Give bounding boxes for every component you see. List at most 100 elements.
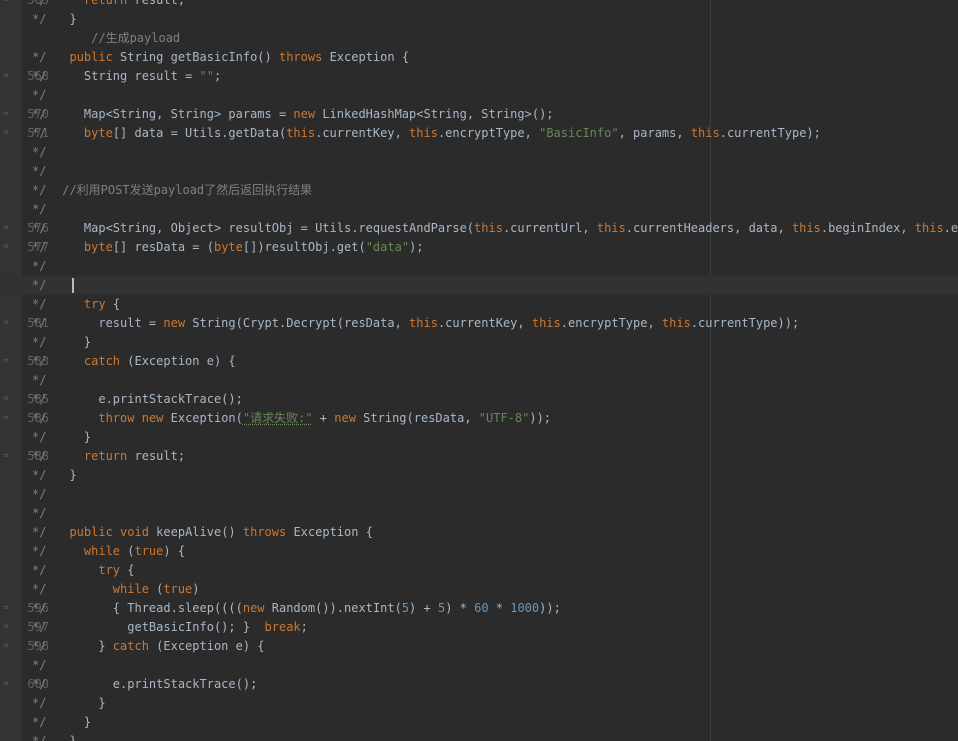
token-id bbox=[55, 240, 84, 254]
token-id bbox=[55, 525, 69, 539]
comment-end-marker: */ bbox=[32, 259, 47, 273]
comment-end-marker: */ bbox=[32, 12, 47, 26]
code-line[interactable]: */ public String getBasicInfo() throws E… bbox=[0, 48, 958, 67]
code-line[interactable]: */ } bbox=[0, 466, 958, 485]
comment-end-marker: */ bbox=[32, 677, 47, 691]
token-id: .currentUrl, bbox=[502, 221, 597, 235]
code-line[interactable]: = 596 */ { Thread.sleep((((new Random()).n… bbox=[0, 599, 958, 618]
token-str: "" bbox=[199, 69, 214, 83]
code-line[interactable]: = 588 */ return result; bbox=[0, 447, 958, 466]
code-line[interactable]: = 571 */ byte[] data = Utils.getData(this.… bbox=[0, 124, 958, 143]
code-line[interactable]: */ } bbox=[0, 694, 958, 713]
comment-end-marker: */ bbox=[32, 183, 47, 197]
code-editor[interactable]: = 565 */ return result; */ } //生成payload */ … bbox=[0, 0, 958, 741]
code-line[interactable]: = 585 */ e.printStackTrace(); bbox=[0, 390, 958, 409]
token-id bbox=[55, 411, 98, 425]
token-kw: new bbox=[141, 411, 164, 425]
code-line[interactable]: = 570 */ Map<String, String> params = new … bbox=[0, 105, 958, 124]
token-id bbox=[55, 297, 84, 311]
code-text: //利用POST发送payload了然后返回执行结果 bbox=[55, 181, 958, 200]
comment-end-marker: */ bbox=[32, 620, 47, 634]
code-line[interactable]: */ while (true) bbox=[0, 580, 958, 599]
token-id: String(resData, bbox=[355, 411, 479, 425]
code-line[interactable]: //生成payload bbox=[0, 29, 958, 48]
token-kw: throws bbox=[242, 525, 287, 539]
comment-end-marker: */ bbox=[32, 88, 47, 102]
code-text: throw new Exception("请求失败:" + new String… bbox=[55, 409, 958, 428]
code-text: e.printStackTrace(); bbox=[55, 675, 958, 694]
token-kw: return bbox=[83, 0, 128, 7]
code-line[interactable]: */ bbox=[0, 656, 958, 675]
code-line[interactable]: */ } bbox=[0, 10, 958, 29]
code-line[interactable]: = 577 */ byte[] resData = (byte[])resultOb… bbox=[0, 238, 958, 257]
code-text: return result; bbox=[55, 0, 958, 10]
token-id: ) + bbox=[409, 601, 438, 615]
code-line[interactable]: */ } bbox=[0, 333, 958, 352]
token-id bbox=[55, 50, 69, 64]
token-kw: byte bbox=[213, 240, 243, 254]
code-line[interactable]: */ bbox=[0, 504, 958, 523]
code-text: } bbox=[55, 333, 958, 352]
token-id: .currentKey, bbox=[437, 316, 532, 330]
code-line[interactable]: */ try { bbox=[0, 295, 958, 314]
token-kw: void bbox=[120, 525, 149, 539]
code-text: { Thread.sleep((((new Random()).nextInt(… bbox=[55, 599, 958, 618]
token-id: .currentKey, bbox=[315, 126, 410, 140]
comment-end-marker: */ bbox=[32, 50, 47, 64]
comment-end-marker: */ bbox=[32, 449, 47, 463]
code-text: //生成payload bbox=[55, 29, 958, 48]
code-line[interactable]: */ //利用POST发送payload了然后返回执行结果 bbox=[0, 181, 958, 200]
token-id: ); bbox=[409, 240, 424, 254]
token-id: String getBasicInfo() bbox=[112, 50, 279, 64]
code-line[interactable]: = 576 */ Map<String, Object> resultObj = U… bbox=[0, 219, 958, 238]
token-kw: try bbox=[98, 563, 121, 577]
code-text: } bbox=[55, 10, 958, 29]
code-line[interactable]: = 597 */ getBasicInfo(); } break; bbox=[0, 618, 958, 637]
code-line[interactable]: */ bbox=[0, 485, 958, 504]
code-line[interactable]: */ bbox=[0, 257, 958, 276]
code-line[interactable]: = 600 */ e.printStackTrace(); bbox=[0, 675, 958, 694]
token-id: Random()).nextInt( bbox=[264, 601, 402, 615]
code-line[interactable]: */ bbox=[0, 371, 958, 390]
text-caret bbox=[72, 278, 74, 293]
code-line[interactable]: */ public void keepAlive() throws Except… bbox=[0, 523, 958, 542]
code-line[interactable]: */ bbox=[0, 162, 958, 181]
token-num: 1000 bbox=[510, 601, 540, 615]
code-line[interactable]: = 583 */ catch (Exception e) { bbox=[0, 352, 958, 371]
code-line[interactable]: = 586 */ throw new Exception("请求失败:" + new… bbox=[0, 409, 958, 428]
code-line[interactable]: */ bbox=[0, 86, 958, 105]
code-line[interactable]: */ } bbox=[0, 713, 958, 732]
code-line[interactable]: = 598 */ } catch (Exception e) { bbox=[0, 637, 958, 656]
token-id: result = bbox=[55, 316, 164, 330]
code-line-current[interactable]: */ bbox=[0, 276, 958, 295]
code-line[interactable]: */ bbox=[0, 143, 958, 162]
token-kw: this bbox=[791, 221, 821, 235]
token-kw: this bbox=[661, 316, 691, 330]
token-id: } bbox=[55, 468, 77, 482]
token-kw: true bbox=[134, 544, 164, 558]
code-line[interactable]: */ bbox=[0, 200, 958, 219]
comment-end-marker: */ bbox=[32, 373, 47, 387]
code-text: byte[] data = Utils.getData(this.current… bbox=[55, 124, 958, 143]
token-id: Exception( bbox=[163, 411, 243, 425]
comment-end-marker: */ bbox=[32, 126, 47, 140]
token-kw: this bbox=[914, 221, 944, 235]
token-warn: "请求失败:" bbox=[242, 411, 313, 425]
code-line[interactable]: = 568 */ String result = ""; bbox=[0, 67, 958, 86]
comment-end-marker: */ bbox=[32, 563, 47, 577]
comment-end-marker: */ bbox=[32, 468, 47, 482]
code-line[interactable]: */ } bbox=[0, 428, 958, 447]
token-id: .beginIndex, bbox=[820, 221, 915, 235]
code-line[interactable]: = 565 */ return result; bbox=[0, 0, 958, 10]
code-line[interactable]: */ try { bbox=[0, 561, 958, 580]
token-kw: this bbox=[596, 221, 626, 235]
code-line[interactable]: */ while (true) { bbox=[0, 542, 958, 561]
token-id bbox=[55, 126, 84, 140]
token-id: .encryptType, bbox=[437, 126, 540, 140]
token-id: .currentType)); bbox=[690, 316, 800, 330]
code-line[interactable]: */ } bbox=[0, 732, 958, 741]
code-line[interactable]: = 581 */ result = new String(Crypt.Decrypt… bbox=[0, 314, 958, 333]
comment-end-marker: */ bbox=[32, 658, 47, 672]
token-id: String result = bbox=[55, 69, 200, 83]
token-id: { bbox=[105, 297, 121, 311]
